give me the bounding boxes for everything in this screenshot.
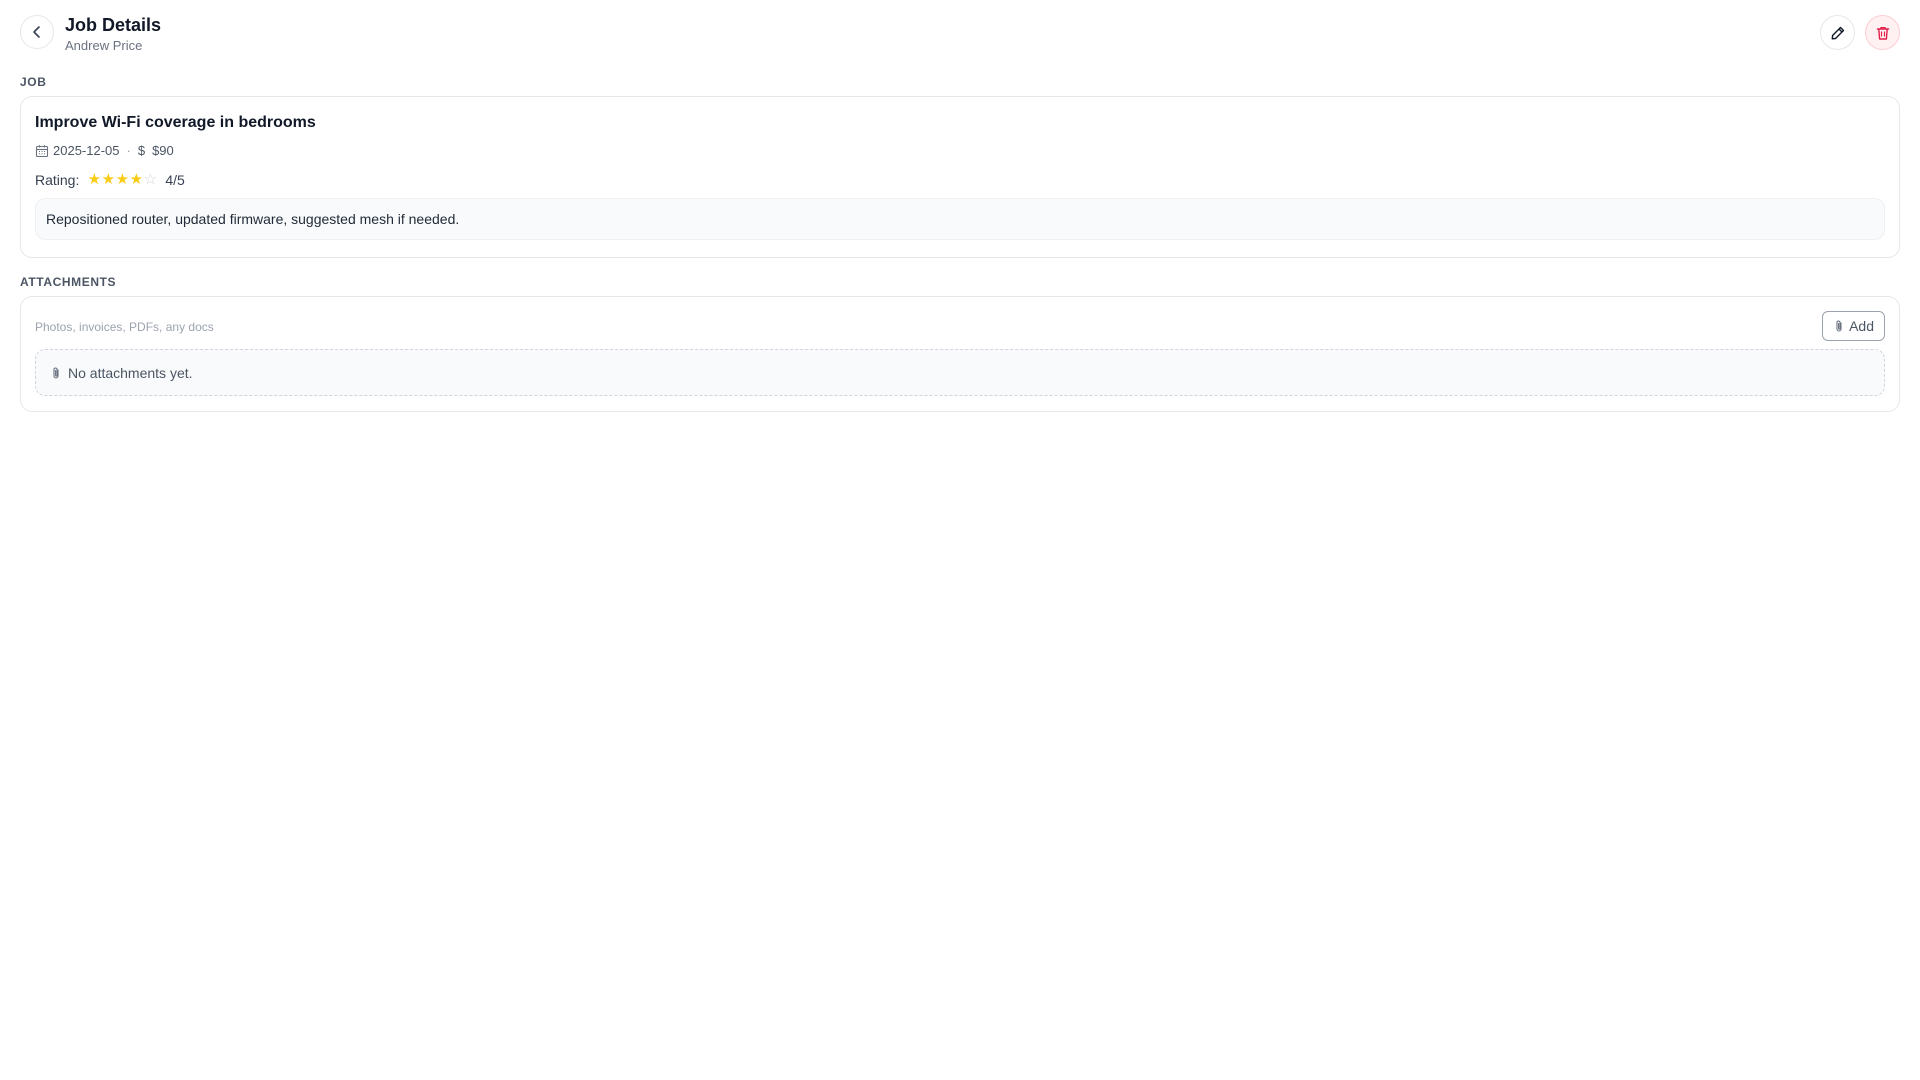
job-date: 2025-12-05 bbox=[53, 143, 120, 158]
calendar-icon bbox=[35, 144, 53, 158]
add-button-label: Add bbox=[1849, 318, 1874, 334]
page-subtitle: Andrew Price bbox=[65, 38, 143, 53]
job-meta-row: 2025-12-05 · $ $90 bbox=[35, 143, 1885, 159]
job-section-label: JOB bbox=[20, 75, 47, 89]
job-title: Improve Wi-Fi coverage in bedrooms bbox=[35, 114, 316, 131]
rating-text: 4/5 bbox=[165, 172, 185, 188]
star-filled-icon: ★ bbox=[115, 171, 130, 188]
paperclip-icon bbox=[50, 366, 62, 380]
chevron-left-icon bbox=[33, 26, 40, 38]
star-filled-icon: ★ bbox=[87, 171, 102, 188]
title-block: Job Details Andrew Price bbox=[65, 14, 161, 55]
rating-row: Rating: ★ ★ ★ ★ ☆ 4/5 bbox=[35, 171, 1885, 189]
rating-stars: ★ ★ ★ ★ ☆ bbox=[87, 172, 157, 188]
star-empty-icon: ☆ bbox=[143, 171, 158, 188]
attachments-section-label: ATTACHMENTS bbox=[20, 275, 117, 289]
edit-button[interactable] bbox=[1820, 15, 1855, 50]
back-button[interactable] bbox=[20, 15, 54, 49]
pencil-icon bbox=[1831, 26, 1844, 39]
meta-separator: · bbox=[126, 143, 131, 158]
star-filled-icon: ★ bbox=[129, 171, 144, 188]
attachments-empty-state: No attachments yet. bbox=[35, 349, 1885, 396]
job-price: $90 bbox=[152, 143, 174, 158]
paperclip-icon bbox=[1836, 320, 1842, 332]
page-title: Job Details bbox=[65, 15, 162, 35]
attachments-hint: Photos, invoices, PDFs, any docs bbox=[35, 320, 214, 334]
job-details-page: Job Details Andrew Price JOB Improve Wi-… bbox=[0, 0, 1920, 1080]
empty-attachments-text: No attachments yet. bbox=[68, 364, 193, 381]
job-card: Improve Wi-Fi coverage in bedrooms 2025-… bbox=[20, 96, 1900, 258]
trash-icon bbox=[1876, 26, 1889, 40]
rating-label: Rating: bbox=[35, 172, 80, 188]
dollar-icon: $ bbox=[137, 143, 146, 158]
job-notes: Repositioned router, updated firmware, s… bbox=[35, 198, 1885, 240]
add-attachment-button[interactable]: Add bbox=[1822, 311, 1885, 341]
header-actions bbox=[1820, 15, 1900, 50]
delete-button[interactable] bbox=[1865, 15, 1900, 50]
star-filled-icon: ★ bbox=[101, 171, 116, 188]
attachments-card: Photos, invoices, PDFs, any docs Add No … bbox=[20, 296, 1900, 412]
header: Job Details Andrew Price bbox=[20, 0, 1900, 62]
